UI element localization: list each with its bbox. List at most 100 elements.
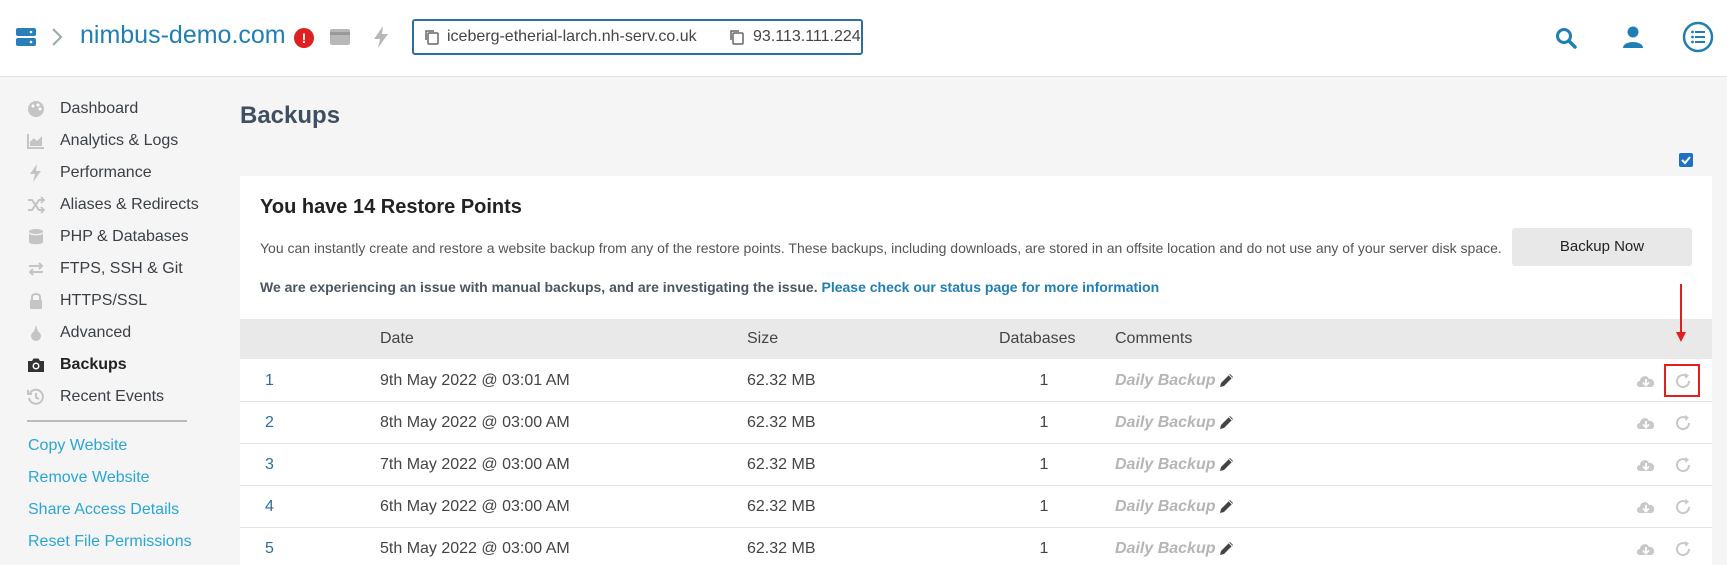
chevron-right-icon bbox=[52, 28, 63, 46]
pencil-icon[interactable] bbox=[1218, 456, 1235, 473]
remove-website-link[interactable]: Remove Website bbox=[28, 469, 150, 487]
restore-point-number[interactable]: 5 bbox=[265, 540, 274, 558]
copy-icon[interactable] bbox=[424, 29, 440, 45]
top-bar: nimbus-demo.com ! iceberg-etherial-larch… bbox=[0, 0, 1727, 77]
sidebar-item-advanced[interactable]: Advanced bbox=[27, 321, 131, 345]
table-row: 2 8th May 2022 @ 03:00 AM 62.32 MB 1 Daily B… bbox=[240, 402, 1712, 444]
pencil-icon[interactable] bbox=[1218, 540, 1235, 557]
restore-icon[interactable] bbox=[1674, 414, 1692, 432]
sidebar-item-label: Aliases & Redirects bbox=[60, 196, 199, 213]
cloud-download-icon[interactable] bbox=[1635, 498, 1657, 516]
backup-notice: We are experiencing an issue with manual… bbox=[260, 279, 1159, 295]
sidebar-item-label: Advanced bbox=[60, 324, 132, 341]
sidebar-item-label: FTPS, SSH & Git bbox=[60, 260, 183, 277]
restore-points-panel: You have 14 Restore Points You can insta… bbox=[240, 176, 1712, 565]
backup-databases: 1 bbox=[1039, 414, 1049, 431]
hostname[interactable]: iceberg-etherial-larch.nh-serv.co.uk bbox=[447, 28, 697, 46]
sidebar-item-label: Backups bbox=[60, 356, 127, 373]
restore-point-number[interactable]: 1 bbox=[265, 372, 274, 390]
sidebar-item-backups[interactable]: Backups bbox=[27, 353, 127, 377]
alert-badge[interactable]: ! bbox=[294, 28, 314, 48]
sidebar-item-label: Recent Events bbox=[60, 388, 165, 405]
table-row: 1 9th May 2022 @ 03:01 AM 62.32 MB 1 Daily B… bbox=[240, 360, 1712, 402]
sidebar-item-https[interactable]: HTTPS/SSL bbox=[27, 289, 147, 313]
cloud-download-icon[interactable] bbox=[1635, 540, 1657, 558]
ip-address[interactable]: 93.113.111.224 bbox=[753, 28, 861, 46]
backup-databases: 1 bbox=[1039, 498, 1049, 515]
lock-icon bbox=[30, 293, 42, 309]
status-page-link[interactable]: Please check our status page for more in… bbox=[821, 279, 1159, 295]
backup-databases: 1 bbox=[1039, 540, 1049, 557]
server-icon[interactable] bbox=[16, 27, 36, 47]
exchange-icon bbox=[28, 262, 44, 276]
search-icon[interactable] bbox=[1555, 27, 1577, 49]
backup-date: 6th May 2022 @ 03:00 AM bbox=[380, 498, 570, 515]
backup-now-button[interactable]: Backup Now bbox=[1512, 228, 1692, 266]
server-address-box: iceberg-etherial-larch.nh-serv.co.uk 93.… bbox=[412, 19, 863, 55]
sidebar-item-label: PHP & Databases bbox=[60, 228, 189, 245]
sidebar-item-analytics[interactable]: Analytics & Logs bbox=[27, 129, 178, 153]
restore-highlight-box bbox=[1664, 364, 1700, 397]
sidebar-item-php-databases[interactable]: PHP & Databases bbox=[27, 225, 189, 249]
list-menu-icon[interactable] bbox=[1682, 21, 1714, 53]
cloud-download-icon[interactable] bbox=[1635, 414, 1657, 432]
site-name[interactable]: nimbus-demo.com bbox=[80, 21, 286, 50]
sidebar-item-performance[interactable]: Performance bbox=[27, 161, 152, 185]
backup-databases: 1 bbox=[1039, 456, 1049, 473]
restore-point-number[interactable]: 3 bbox=[265, 456, 274, 474]
column-header-size: Size bbox=[747, 330, 779, 347]
copy-website-link[interactable]: Copy Website bbox=[28, 437, 127, 455]
arrow-annotation bbox=[1676, 284, 1686, 342]
table-header: Date Size Databases Comments bbox=[240, 319, 1712, 359]
bolt-icon bbox=[30, 164, 41, 182]
backup-date: 7th May 2022 @ 03:00 AM bbox=[380, 456, 570, 473]
cloud-download-icon[interactable] bbox=[1635, 456, 1657, 474]
backup-comment: Daily Backup bbox=[1115, 414, 1216, 431]
sidebar-divider bbox=[27, 420, 187, 422]
share-access-details-link[interactable]: Share Access Details bbox=[28, 501, 179, 519]
restore-icon[interactable] bbox=[1674, 498, 1692, 516]
restore-point-number[interactable]: 4 bbox=[265, 498, 274, 516]
restore-icon[interactable] bbox=[1674, 540, 1692, 558]
column-header-date: Date bbox=[380, 330, 414, 347]
checkbox[interactable] bbox=[1679, 153, 1693, 167]
sidebar-item-label: Performance bbox=[60, 164, 152, 181]
backup-size: 62.32 MB bbox=[747, 540, 816, 557]
notice-text: We are experiencing an issue with manual… bbox=[260, 279, 818, 295]
column-header-databases: Databases bbox=[999, 330, 1076, 347]
pencil-icon[interactable] bbox=[1218, 372, 1235, 389]
sidebar-item-aliases[interactable]: Aliases & Redirects bbox=[27, 193, 199, 217]
reset-file-permissions-link[interactable]: Reset File Permissions bbox=[28, 533, 192, 551]
history-icon bbox=[27, 388, 44, 405]
restore-icon[interactable] bbox=[1674, 456, 1692, 474]
page-title: Backups bbox=[240, 102, 341, 129]
backup-size: 62.32 MB bbox=[747, 414, 816, 431]
pencil-icon[interactable] bbox=[1218, 498, 1235, 515]
sidebar-item-label: HTTPS/SSL bbox=[60, 292, 148, 309]
table-row: 3 7th May 2022 @ 03:00 AM 62.32 MB 1 Daily B… bbox=[240, 444, 1712, 486]
backup-size: 62.32 MB bbox=[747, 372, 816, 389]
copy-icon[interactable] bbox=[729, 29, 745, 45]
card-icon[interactable] bbox=[330, 28, 350, 46]
sidebar: Dashboard Analytics & Logs Performance A… bbox=[0, 77, 220, 565]
backup-comment: Daily Backup bbox=[1115, 498, 1216, 515]
sidebar-item-label: Analytics & Logs bbox=[60, 132, 179, 149]
sidebar-item-recent-events[interactable]: Recent Events bbox=[27, 385, 164, 409]
backup-comment: Daily Backup bbox=[1115, 372, 1216, 389]
camera-icon bbox=[28, 358, 44, 372]
table-row: 5 5th May 2022 @ 03:00 AM 62.32 MB 1 Daily B… bbox=[240, 528, 1712, 565]
sidebar-item-ftps[interactable]: FTPS, SSH & Git bbox=[27, 257, 183, 281]
palette-icon bbox=[28, 101, 44, 117]
user-icon[interactable] bbox=[1622, 26, 1644, 48]
wizard-icon bbox=[31, 325, 41, 341]
backup-size: 62.32 MB bbox=[747, 456, 816, 473]
sidebar-item-dashboard[interactable]: Dashboard bbox=[27, 97, 138, 121]
table-row: 4 6th May 2022 @ 03:00 AM 62.32 MB 1 Daily B… bbox=[240, 486, 1712, 528]
bolt-icon[interactable] bbox=[372, 26, 390, 48]
shuffle-icon bbox=[28, 196, 45, 214]
restore-point-number[interactable]: 2 bbox=[265, 414, 274, 432]
backup-date: 9th May 2022 @ 03:01 AM bbox=[380, 372, 570, 389]
cloud-download-icon[interactable] bbox=[1635, 372, 1657, 390]
pencil-icon[interactable] bbox=[1218, 414, 1235, 431]
column-header-comments: Comments bbox=[1115, 330, 1193, 347]
